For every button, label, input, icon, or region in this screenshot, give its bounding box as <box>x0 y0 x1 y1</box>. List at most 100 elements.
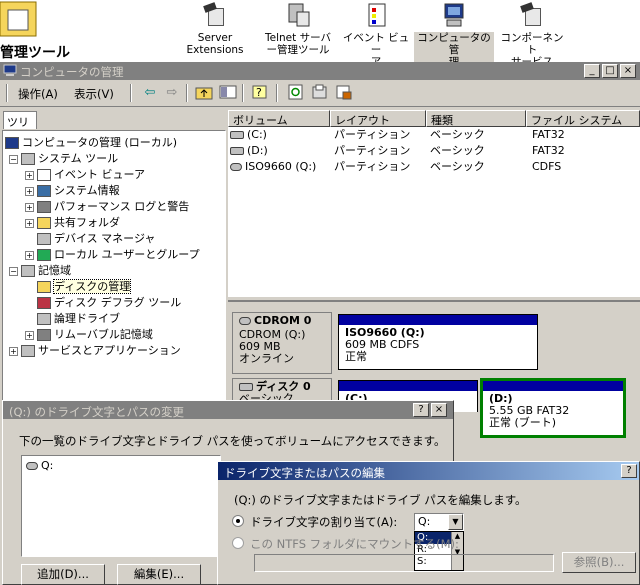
mount-folder-label: この NTFS フォルダにマウントする(M): <box>250 537 459 551</box>
partition-bar <box>339 381 477 391</box>
partition-bar <box>339 315 537 325</box>
logical-drive-icon <box>37 313 51 325</box>
expand-icon[interactable]: + <box>25 202 34 212</box>
component-services-icon <box>519 2 545 30</box>
column-filesystem[interactable]: ファイル システム <box>526 110 640 127</box>
tree-item-root[interactable]: コンピュータの管理 (ローカル) <box>5 135 177 151</box>
table-row[interactable]: (C:) パーティション ベーシック FAT32 <box>228 127 640 143</box>
layout-cell: パーティション <box>334 128 411 141</box>
expand-icon[interactable]: + <box>25 250 34 260</box>
computer-management-icon <box>3 64 17 80</box>
partition-detail: 609 MB CDFS <box>345 338 420 351</box>
tree-item-logical-drives[interactable]: 論理ドライブ <box>37 311 120 327</box>
tool-icon <box>202 2 228 30</box>
svg-text:?: ? <box>256 86 262 99</box>
shortcut-component-services[interactable]: コンポーネント サービス <box>496 0 568 68</box>
expand-icon[interactable]: + <box>25 218 34 228</box>
mount-path-input[interactable] <box>254 554 554 572</box>
type-cell: ベーシック <box>430 128 485 141</box>
expand-icon[interactable]: + <box>25 330 34 340</box>
filesystem-cell: FAT32 <box>532 144 565 157</box>
help-button[interactable]: ? <box>413 403 429 417</box>
tree-item-disk-management[interactable]: ディスクの管理 <box>37 279 132 295</box>
close-button[interactable]: × <box>620 64 636 78</box>
event-viewer-icon <box>37 169 51 181</box>
edit-button[interactable]: 編集(E)... <box>117 564 201 585</box>
tree-tab-strip: ツリー <box>0 108 230 145</box>
tab-tree[interactable]: ツリー <box>3 111 37 145</box>
collapse-icon[interactable]: − <box>9 266 18 276</box>
tree-item-device-manager[interactable]: デバイス マネージャ <box>37 231 155 247</box>
shortcut-server-extensions[interactable]: Server Extensions ... <box>182 0 248 68</box>
table-row[interactable]: ISO9660 (Q:) パーティション ベーシック CDFS <box>228 159 640 175</box>
tree-item-shared-folders[interactable]: + 共有フォルダ <box>25 215 120 231</box>
drive-path-list[interactable]: Q: <box>21 455 221 557</box>
up-folder-icon[interactable] <box>194 84 214 102</box>
chevron-down-icon[interactable]: ▼ <box>448 514 463 530</box>
maximize-button[interactable]: □ <box>602 64 618 78</box>
mount-folder-radio[interactable] <box>232 537 244 549</box>
system-info-icon <box>37 185 51 197</box>
minimize-button[interactable]: _ <box>584 64 600 78</box>
tree-item-services-apps[interactable]: + サービスとアプリケーション <box>9 343 181 359</box>
tree-item-perf-logs[interactable]: + パフォーマンス ログと警告 <box>25 199 189 215</box>
partition-iso9660[interactable]: ISO9660 (Q:) 609 MB CDFS 正常 <box>338 314 538 370</box>
column-volume[interactable]: ボリューム <box>228 110 330 127</box>
tree-item-local-users[interactable]: + ローカル ユーザーとグループ <box>25 247 200 263</box>
tree-item-defrag[interactable]: ディスク デフラグ ツール <box>37 295 181 311</box>
computer-management-icon <box>5 137 19 149</box>
drive-icon <box>230 147 244 155</box>
partition-d[interactable]: (D:) 5.55 GB FAT32 正常 (ブート) <box>480 378 626 438</box>
shortcut-computer-management[interactable]: コンピュータの管 理 <box>414 0 494 68</box>
volume-list[interactable]: (C:) パーティション ベーシック FAT32 (D:) パーティション ベー… <box>228 127 640 297</box>
back-arrow-icon[interactable]: ⇦ <box>140 84 160 102</box>
defrag-icon <box>37 297 51 309</box>
telnet-server-icon <box>285 2 311 30</box>
help-button[interactable]: ? <box>621 464 637 478</box>
disk-cdrom0-info[interactable]: CDROM 0 CDROM (Q:) 609 MB オンライン <box>232 312 332 374</box>
table-row[interactable]: (D:) パーティション ベーシック FAT32 <box>228 143 640 159</box>
expand-icon[interactable]: + <box>9 346 18 356</box>
expand-icon[interactable]: + <box>25 170 34 180</box>
computer-management-icon <box>441 2 467 30</box>
disk-name: CDROM 0 <box>239 315 325 327</box>
system-tools-icon <box>21 153 35 165</box>
help-icon[interactable]: ? <box>250 84 270 102</box>
menu-action[interactable]: 操作(A) <box>18 86 58 102</box>
cdrom-icon <box>239 317 251 325</box>
forward-arrow-icon[interactable]: ⇨ <box>162 84 182 102</box>
type-cell: ベーシック <box>430 160 485 173</box>
tree-item-removable[interactable]: + リムーバブル記憶域 <box>25 327 153 343</box>
properties-icon[interactable] <box>310 84 330 102</box>
menu-toolbar: 操作(A) 表示(V) ⇦ ⇨ ? <box>0 80 640 107</box>
assign-letter-radio[interactable] <box>232 515 244 527</box>
export-list-icon[interactable] <box>334 84 354 102</box>
collapse-icon[interactable]: − <box>9 154 18 164</box>
tree-item-system-tools[interactable]: − システム ツール <box>9 151 118 167</box>
refresh-icon[interactable] <box>286 84 306 102</box>
partition-bar <box>483 381 623 391</box>
admin-tools-folder-icon <box>0 0 40 40</box>
column-layout[interactable]: レイアウト <box>330 110 426 127</box>
shortcut-label: Telnet サーバ ー管理ツール <box>265 32 331 56</box>
shortcut-telnet[interactable]: Telnet サーバ ー管理ツール <box>262 0 334 56</box>
tree-item-event-viewer[interactable]: + イベント ビューア <box>25 167 145 183</box>
filesystem-cell: CDFS <box>532 160 562 173</box>
list-item[interactable]: Q: <box>22 456 220 475</box>
console-tree[interactable]: コンピュータの管理 (ローカル) − システム ツール + イベント ビューア + シ… <box>2 130 226 402</box>
menu-view[interactable]: 表示(V) <box>74 86 114 102</box>
tree-item-storage[interactable]: − 記憶域 <box>9 263 71 279</box>
browse-button[interactable]: 参照(B)... <box>562 552 636 573</box>
add-button[interactable]: 追加(D)... <box>21 564 105 585</box>
volume-cell: (D:) <box>230 143 268 159</box>
cdrom-icon <box>26 462 38 470</box>
shortcut-event-viewer[interactable]: イベント ビュー ア <box>340 0 412 68</box>
tree-item-system-info[interactable]: + システム情報 <box>25 183 120 199</box>
drive-letter-select[interactable]: Q: ▼ <box>414 513 464 531</box>
show-hide-tree-icon[interactable] <box>218 84 238 102</box>
expand-icon[interactable]: + <box>25 186 34 196</box>
close-button[interactable]: × <box>431 403 447 417</box>
dialog-title: (Q:) のドライブ文字とパスの変更 <box>9 405 185 419</box>
partition-status: 正常 <box>345 350 367 363</box>
column-type[interactable]: 種類 <box>426 110 526 127</box>
